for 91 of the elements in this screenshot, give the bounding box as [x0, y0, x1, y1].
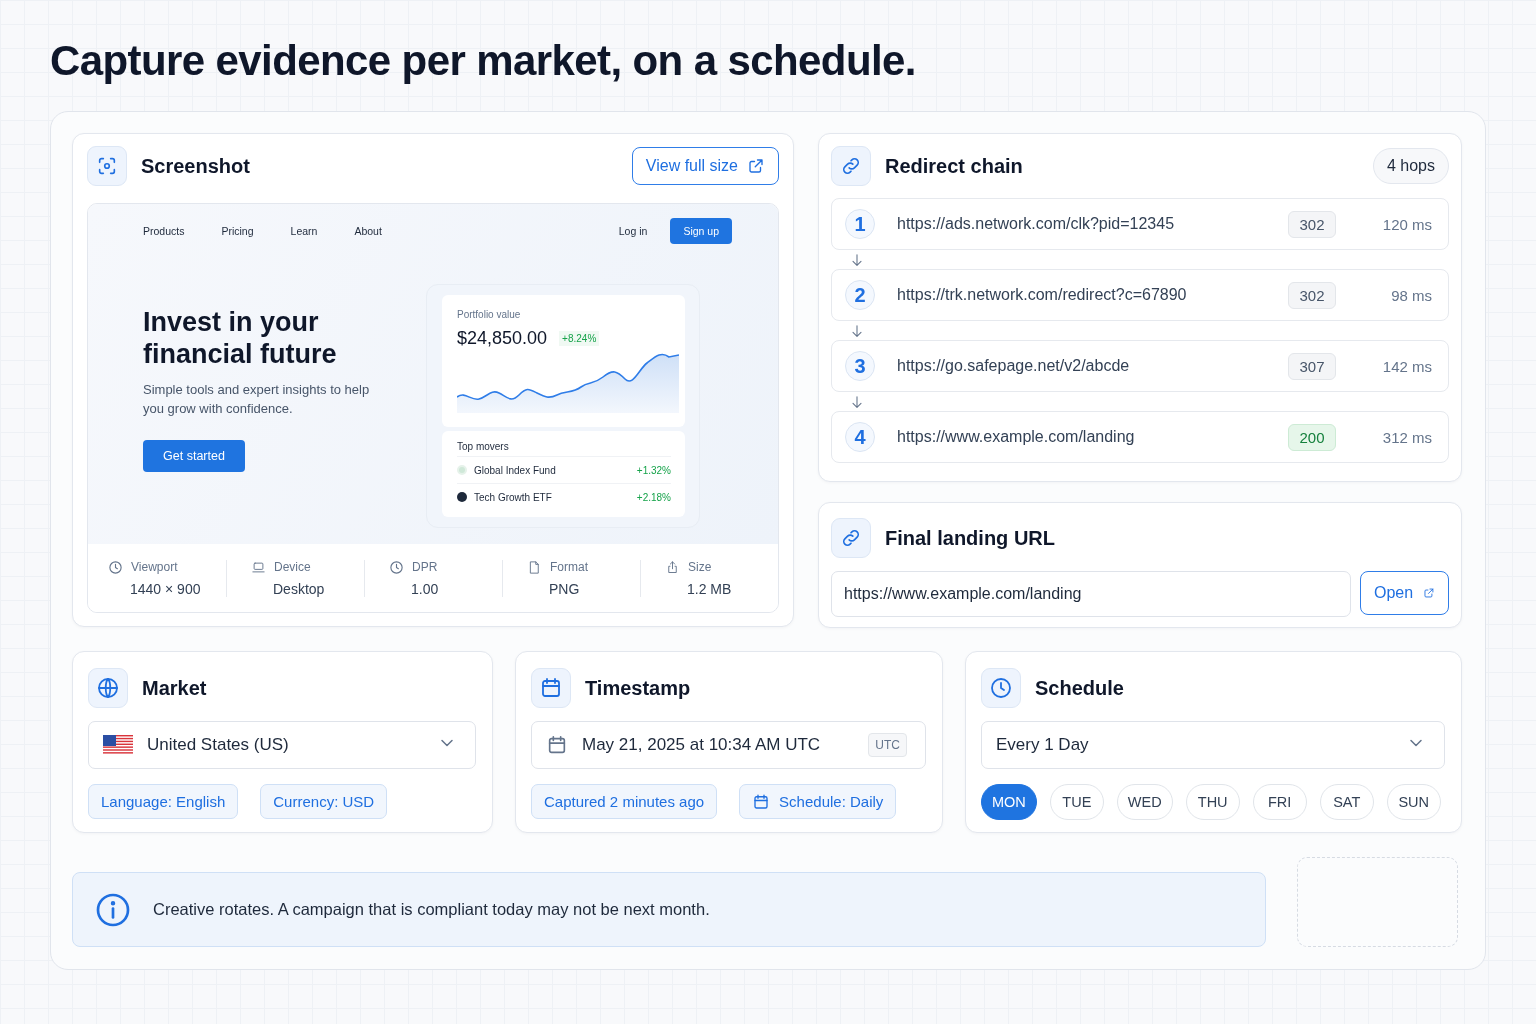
- nav-link[interactable]: Pricing: [221, 225, 254, 237]
- hop-url: https://www.example.com/landing: [897, 428, 1135, 446]
- card-title: Timestamp: [585, 676, 691, 700]
- fund-change: +2.18%: [636, 491, 671, 503]
- meta-value: 1.00: [411, 580, 440, 597]
- screenshot-icon: [96, 155, 118, 177]
- day-toggle[interactable]: MON: [981, 784, 1037, 820]
- clock-icon: [989, 676, 1013, 700]
- change-badge: +8.24%: [559, 331, 600, 346]
- step-number: 2: [845, 280, 875, 310]
- hop-time: 120 ms: [1381, 215, 1432, 233]
- frequency-select[interactable]: Every 1 Day: [981, 721, 1445, 769]
- page-title: Capture evidence per market, on a schedule.: [50, 36, 917, 86]
- document-icon: [527, 559, 542, 575]
- market-select[interactable]: United States (US): [88, 721, 476, 769]
- fund-icon: [457, 492, 467, 502]
- day-toggle[interactable]: SAT: [1319, 784, 1374, 820]
- step-number: 1: [845, 209, 875, 239]
- timezone-badge: UTC: [868, 733, 907, 757]
- portfolio-label: Portfolio value: [457, 309, 522, 320]
- hop-time: 142 ms: [1381, 357, 1432, 375]
- info-tag: Captured 2 minutes ago: [531, 784, 718, 819]
- nav-link[interactable]: Products: [143, 225, 185, 237]
- hop-count: 4 hops: [1372, 148, 1449, 184]
- status-code: 200: [1288, 423, 1336, 451]
- fund-name: Global Index Fund: [474, 464, 556, 476]
- movers-title: Top movers: [457, 441, 510, 452]
- fund-change: +1.32%: [636, 464, 671, 476]
- clock-icon: [389, 559, 404, 575]
- card-title: Screenshot: [141, 154, 250, 178]
- calendar-icon: [546, 734, 568, 756]
- portfolio-value: $24,850.00: [457, 328, 548, 349]
- meta-value: PNG: [549, 580, 581, 597]
- card-title: Schedule: [1035, 676, 1124, 700]
- card-title: Redirect chain: [885, 154, 1023, 178]
- share-icon: [665, 559, 680, 575]
- flag-icon: [103, 735, 133, 755]
- signup-button[interactable]: Sign up: [670, 218, 732, 244]
- meta-label: Viewport: [131, 560, 178, 574]
- step-number: 3: [845, 351, 875, 381]
- get-started-button[interactable]: Get started: [143, 440, 245, 472]
- nav-link[interactable]: Learn: [290, 225, 318, 237]
- hero-text: Simple tools and expert insights to help you grow with confidence.: [143, 381, 371, 418]
- url-field[interactable]: https://www.example.com/landing: [831, 571, 1351, 617]
- day-toggle[interactable]: FRI: [1252, 784, 1307, 820]
- day-toggle[interactable]: THU: [1185, 784, 1240, 820]
- meta-label: Size: [688, 560, 712, 574]
- link-icon: [840, 527, 862, 549]
- notice-text: Creative rotates. A campaign that is compliant today may not be next month.: [153, 900, 710, 919]
- calendar-icon: [752, 792, 771, 811]
- hop-url: https://trk.network.com/redirect?c=67890: [897, 286, 1187, 304]
- globe-icon: [96, 676, 120, 700]
- info-tag: Language: English: [88, 784, 239, 819]
- day-toggle[interactable]: SUN: [1386, 784, 1441, 820]
- laptop-icon: [251, 559, 266, 575]
- info-icon: [95, 891, 131, 928]
- meta-value: Desktop: [273, 580, 326, 597]
- info-tag: Schedule: Daily: [739, 784, 897, 819]
- info-tag: Currency: USD: [260, 784, 388, 819]
- meta-label: Format: [550, 560, 588, 574]
- timestamp-value: May 21, 2025 at 10:34 AM UTC: [582, 735, 821, 755]
- open-button[interactable]: Open: [1360, 571, 1449, 615]
- hero-heading: Invest in your financial future: [143, 306, 338, 370]
- fund-icon: [457, 465, 467, 475]
- login-link[interactable]: Log in: [618, 225, 648, 237]
- external-link-icon: [747, 157, 765, 175]
- down-arrow-icon: [849, 393, 865, 410]
- meta-label: DPR: [412, 560, 438, 574]
- card-title: Market: [142, 676, 207, 700]
- card-title: Final landing URL: [885, 526, 1055, 550]
- status-code: 307: [1288, 352, 1336, 380]
- calendar-icon: [539, 676, 563, 700]
- fund-name: Tech Growth ETF: [474, 491, 552, 503]
- view-full-size-button[interactable]: View full size: [631, 147, 779, 185]
- link-icon: [840, 155, 862, 177]
- hop-time: 312 ms: [1381, 428, 1432, 446]
- day-toggle[interactable]: TUE: [1049, 784, 1104, 820]
- meta-value: 1440 × 900: [130, 580, 202, 597]
- day-toggle[interactable]: WED: [1116, 784, 1173, 820]
- hop-url: https://go.safepage.net/v2/abcde: [897, 357, 1130, 375]
- status-code: 302: [1288, 210, 1336, 238]
- status-code: 302: [1288, 281, 1336, 309]
- meta-label: Device: [274, 560, 311, 574]
- hop-time: 98 ms: [1390, 286, 1432, 304]
- down-arrow-icon: [849, 322, 865, 339]
- meta-value: 1.2 MB: [687, 580, 733, 597]
- hop-url: https://ads.network.com/clk?pid=12345: [897, 215, 1175, 233]
- clock-icon: [108, 559, 123, 575]
- nav-link[interactable]: About: [354, 225, 382, 237]
- step-number: 4: [845, 422, 875, 452]
- down-arrow-icon: [849, 251, 865, 268]
